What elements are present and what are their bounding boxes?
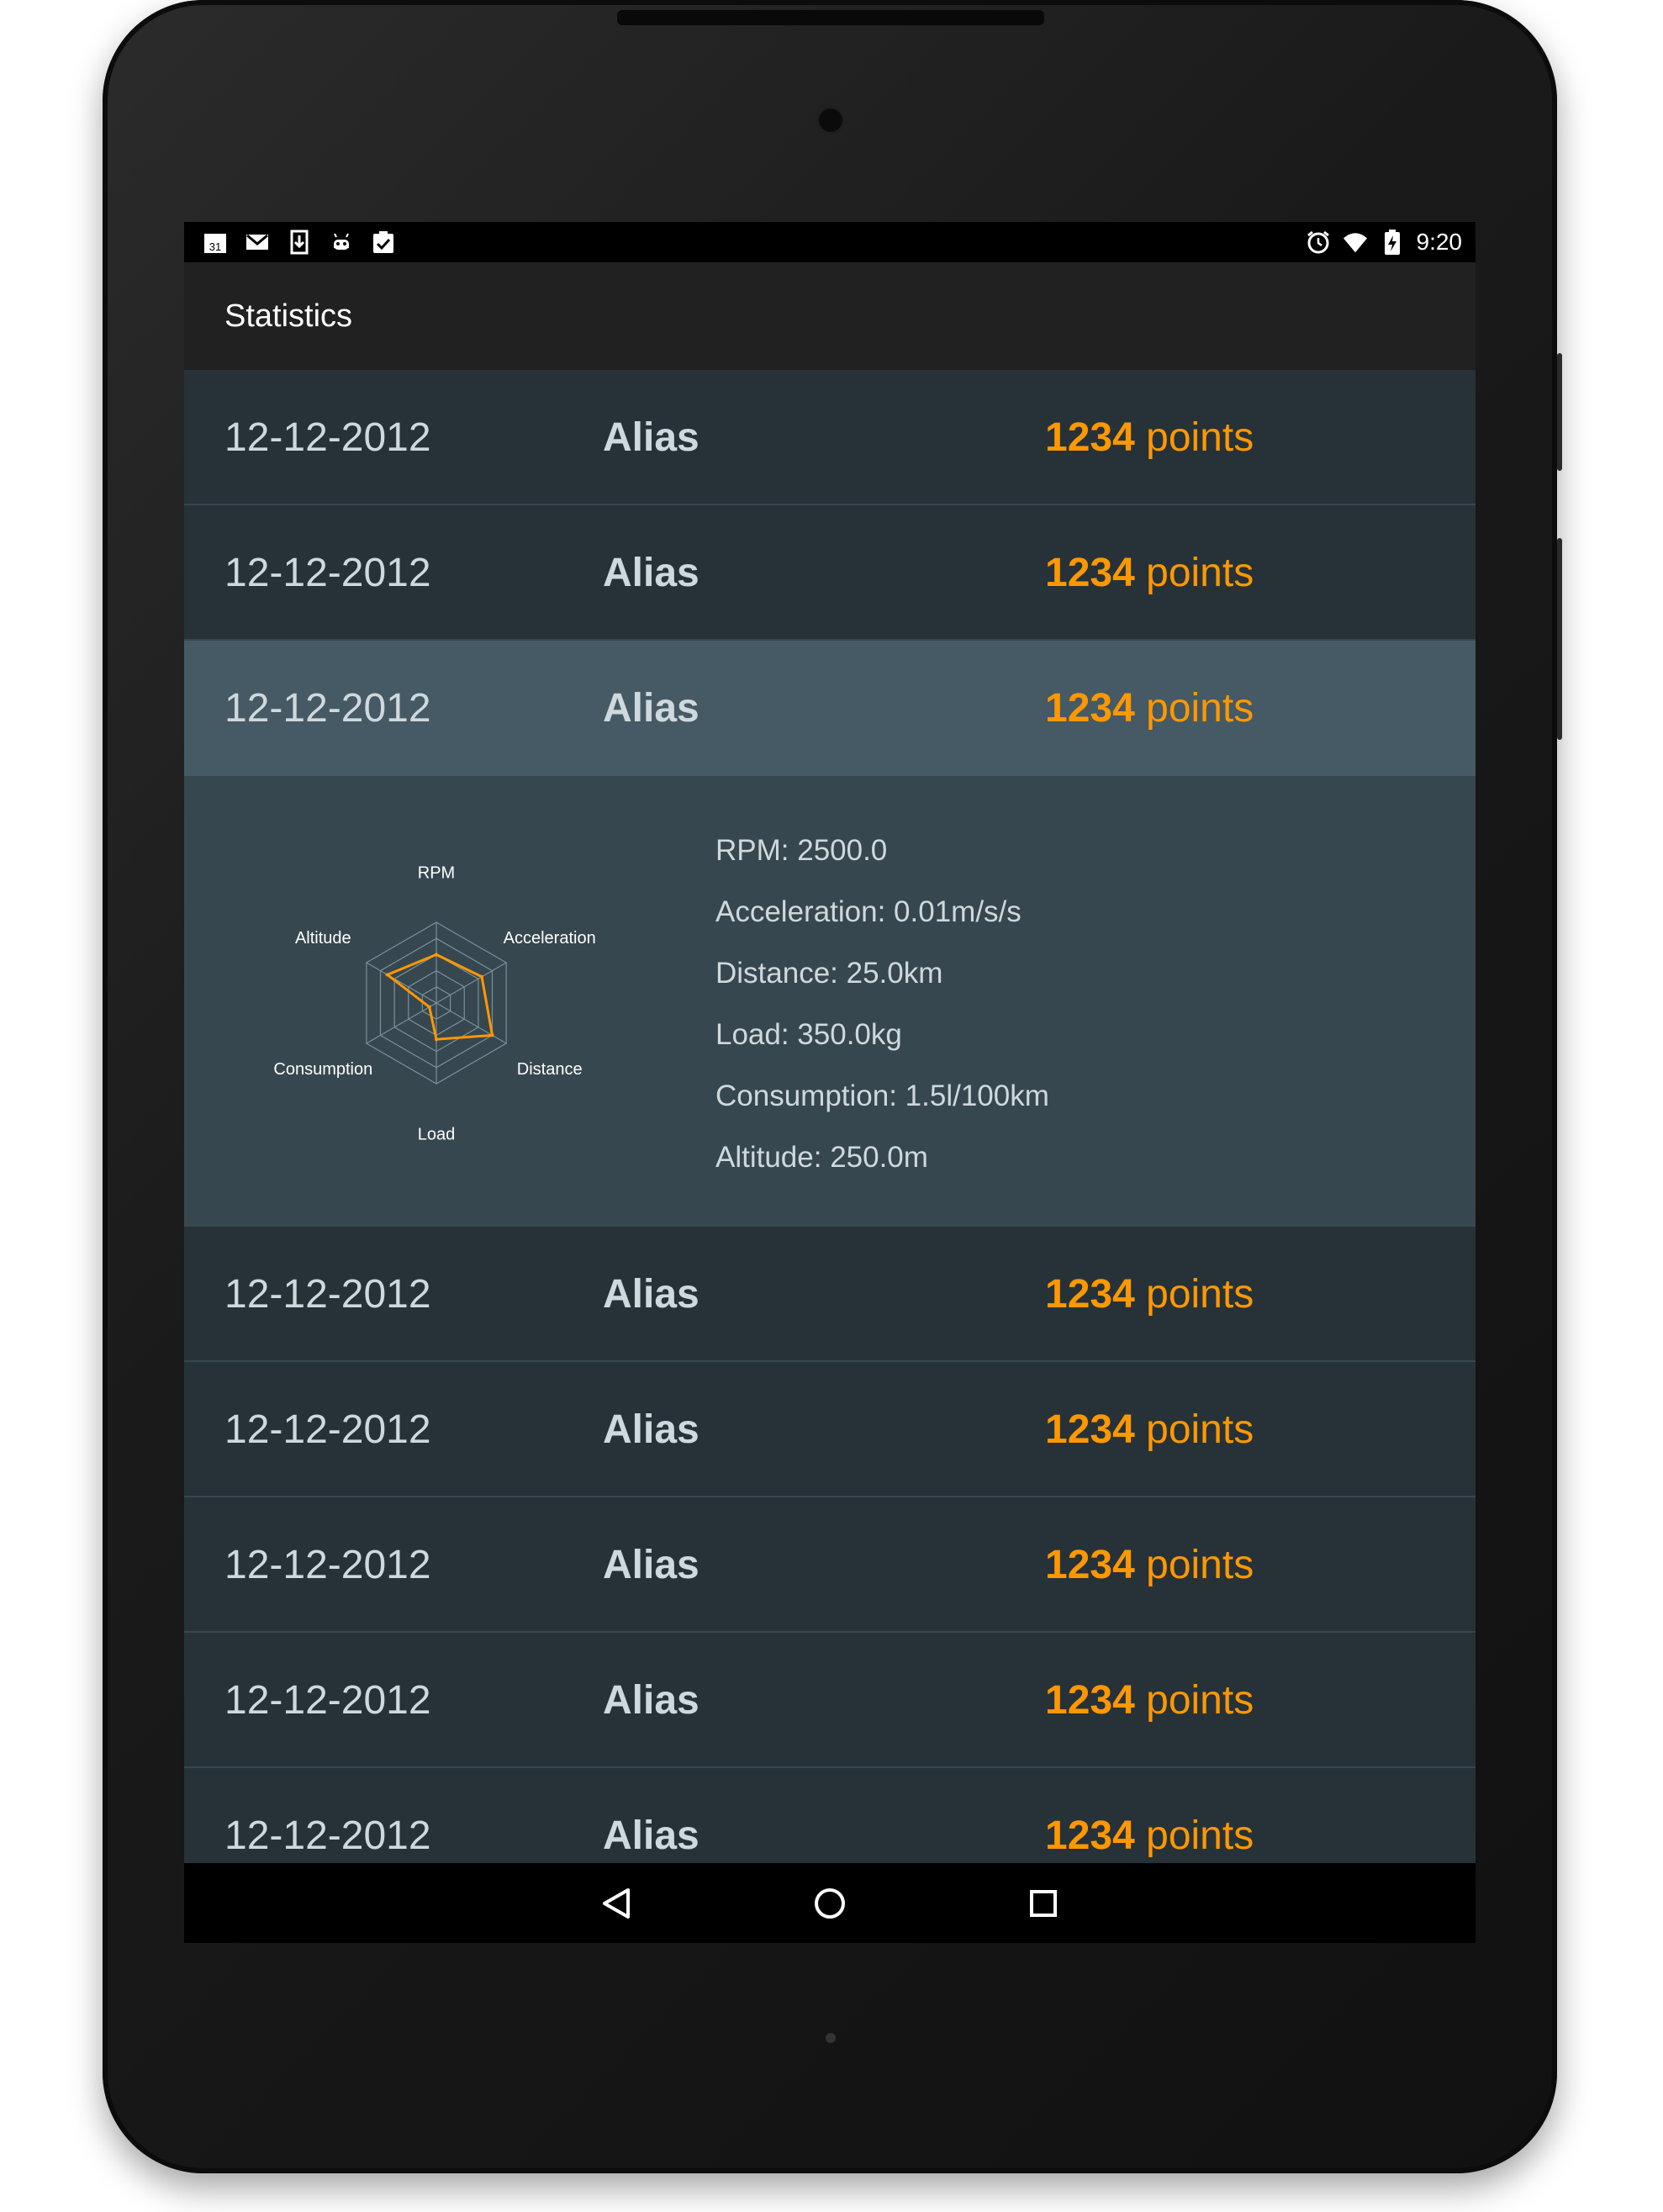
row-date: 12-12-2012	[224, 551, 431, 595]
points-value: 1234	[1045, 686, 1135, 731]
stat-load: Load: 350.0kg	[715, 1018, 902, 1051]
points-value: 1234	[1045, 1813, 1135, 1858]
row-alias: Alias	[603, 1272, 700, 1317]
stat-acceleration: Acceleration: 0.01m/s/s	[715, 895, 1022, 928]
row-date: 12-12-2012	[224, 1543, 431, 1587]
list-item[interactable]: 12-12-2012 Alias 1234 points	[184, 1497, 1476, 1633]
radar-axis-label: RPM	[418, 863, 455, 882]
stat-distance: Distance: 25.0km	[715, 957, 943, 990]
radar-point	[435, 953, 438, 957]
status-bar: 31 9:20	[184, 222, 1476, 262]
light-sensor	[826, 2033, 836, 2043]
radar-axis-label: Acceleration	[504, 929, 596, 948]
row-points: 1234 points	[1045, 370, 1254, 505]
battery-charging-icon	[1380, 230, 1405, 255]
points-unit: points	[1146, 551, 1254, 595]
alarm-icon	[1306, 230, 1331, 255]
points-unit: points	[1146, 1813, 1254, 1858]
radar-axis-line	[366, 1002, 437, 1044]
recents-icon[interactable]	[1025, 1885, 1062, 1922]
calendar-icon: 31	[203, 230, 228, 255]
row-date: 12-12-2012	[224, 415, 431, 460]
points-unit: points	[1146, 1272, 1254, 1317]
points-unit: points	[1146, 1407, 1254, 1452]
stats-list: RPM: 2500.0 Acceleration: 0.01m/s/s Dist…	[715, 820, 1049, 1188]
points-value: 1234	[1045, 551, 1135, 595]
row-date: 12-12-2012	[224, 686, 431, 731]
back-icon[interactable]	[598, 1885, 635, 1922]
points-value: 1234	[1045, 1678, 1135, 1723]
points-unit: points	[1146, 1678, 1254, 1723]
radar-axis-line	[436, 962, 507, 1004]
row-alias: Alias	[603, 1678, 700, 1723]
list-item[interactable]: 12-12-2012 Alias 1234 points	[184, 1362, 1476, 1497]
statistics-list[interactable]: 12-12-2012 Alias 1234 points 12-12-2012 …	[184, 370, 1476, 1903]
volume-button	[1557, 538, 1562, 740]
row-points: 1234 points	[1045, 1227, 1254, 1362]
points-unit: points	[1146, 415, 1254, 460]
app-toolbar: Statistics	[184, 262, 1476, 370]
radar-point	[435, 1037, 438, 1042]
radar-axis-label: Distance	[517, 1060, 583, 1079]
radar-point	[490, 1033, 494, 1037]
navigation-bar	[184, 1863, 1476, 1943]
radar-axis-label: Load	[418, 1126, 456, 1144]
list-item-selected[interactable]: 12-12-2012 Alias 1234 points	[184, 641, 1476, 776]
status-time: 9:20	[1416, 229, 1463, 255]
points-value: 1234	[1045, 1407, 1135, 1452]
points-value: 1234	[1045, 1272, 1135, 1317]
row-alias: Alias	[603, 415, 700, 460]
row-alias: Alias	[603, 551, 700, 595]
radar-point	[427, 1005, 431, 1009]
android-icon	[329, 230, 354, 255]
list-item[interactable]: 12-12-2012 Alias 1234 points	[184, 1633, 1476, 1768]
power-button	[1557, 353, 1562, 471]
speaker-grille	[617, 10, 1044, 25]
wifi-icon	[1343, 230, 1368, 255]
row-alias: Alias	[603, 1543, 700, 1587]
row-points: 1234 points	[1045, 1497, 1254, 1633]
row-points: 1234 points	[1045, 1633, 1254, 1768]
row-alias: Alias	[603, 1407, 700, 1452]
points-unit: points	[1146, 1543, 1254, 1587]
gmail-icon	[245, 230, 270, 255]
stat-consumption: Consumption: 1.5l/100km	[715, 1080, 1049, 1112]
page-title: Statistics	[224, 298, 353, 334]
row-date: 12-12-2012	[224, 1407, 431, 1452]
device-screen: 31 9:20 Statistics 12-12-2012 Alias 1234…	[184, 222, 1476, 1943]
row-points: 1234 points	[1045, 505, 1254, 641]
radar-axis-label: Consumption	[273, 1060, 372, 1079]
radar-point	[385, 973, 389, 977]
home-icon[interactable]	[811, 1885, 848, 1922]
clipboard-check-icon	[371, 230, 396, 255]
row-detail-panel: RPM Acceleration Distance Load Consumption Al…	[184, 776, 1476, 1227]
points-value: 1234	[1045, 415, 1135, 460]
stat-altitude: Altitude: 250.0m	[715, 1141, 928, 1174]
points-value: 1234	[1045, 1543, 1135, 1587]
radar-axis-label: Altitude	[295, 929, 351, 948]
row-date: 12-12-2012	[224, 1678, 431, 1723]
list-item[interactable]: 12-12-2012 Alias 1234 points	[184, 505, 1476, 641]
front-camera	[819, 108, 842, 132]
list-item[interactable]: 12-12-2012 Alias 1234 points	[184, 370, 1476, 505]
points-unit: points	[1146, 686, 1254, 731]
row-alias: Alias	[603, 686, 700, 731]
svg-text:31: 31	[209, 240, 221, 253]
stat-rpm: RPM: 2500.0	[715, 834, 888, 867]
radar-point	[480, 974, 484, 979]
list-item[interactable]: 12-12-2012 Alias 1234 points	[184, 1227, 1476, 1362]
download-icon	[287, 230, 312, 255]
radar-chart: RPM Acceleration Distance Load Consumption Al…	[273, 863, 596, 1144]
row-points: 1234 points	[1045, 641, 1254, 776]
row-points: 1234 points	[1045, 1362, 1254, 1497]
row-date: 12-12-2012	[224, 1272, 431, 1317]
